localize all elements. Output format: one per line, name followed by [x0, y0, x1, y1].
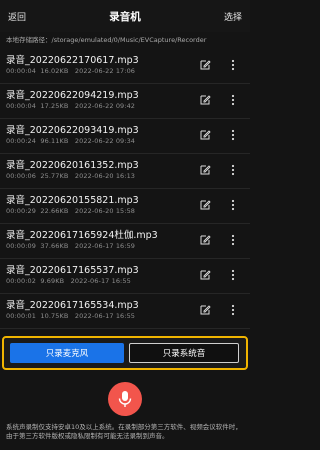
more-icon[interactable]	[227, 269, 239, 281]
recording-name: 录音_20220620155821.mp3	[6, 195, 139, 206]
more-icon[interactable]	[227, 59, 239, 71]
edit-icon[interactable]	[199, 129, 211, 141]
system-audio-note: 系统声录制仅支持安卓10及以上系统。在录制部分第三方软件、视频会议软件时，由于第…	[6, 423, 242, 440]
recording-date: 2022-06-17 16:55	[70, 277, 131, 285]
more-icon[interactable]	[227, 234, 239, 246]
edit-icon[interactable]	[199, 234, 211, 246]
record-mode-selector: 只录麦克风 只录系统音	[2, 336, 248, 370]
more-icon[interactable]	[227, 94, 239, 106]
recording-date: 2022-06-22 17:06	[74, 67, 136, 75]
edit-icon[interactable]	[199, 199, 211, 211]
back-button[interactable]: 返回	[8, 10, 26, 23]
recording-row[interactable]: 录音_20220622094219.mp3 00:00:04 17.25KB 2…	[0, 81, 250, 119]
edit-icon[interactable]	[199, 94, 211, 106]
record-button[interactable]	[108, 382, 142, 416]
edit-icon[interactable]	[199, 269, 211, 281]
recording-size: 96.11KB	[40, 137, 69, 145]
recording-row[interactable]: 录音_20220617165537.mp3 00:00:02 9.69KB 20…	[0, 256, 250, 294]
recording-size: 22.66KB	[40, 207, 69, 215]
recording-date: 2022-06-22 09:42	[74, 102, 136, 110]
recording-name: 录音_20220620161352.mp3	[6, 160, 139, 171]
recording-row[interactable]: 录音_20220617165924杜伽.mp3 00:00:09 37.66KB…	[0, 221, 250, 259]
recording-size: 17.25KB	[40, 102, 69, 110]
recording-meta: 00:00:29 22.66KB 2022-06-20 15:58	[6, 207, 135, 215]
recording-meta: 00:00:02 9.69KB 2022-06-17 16:55	[6, 277, 131, 285]
recording-list: 录音_20220622170617.mp3 00:00:04 16.02KB 2…	[0, 46, 250, 329]
top-bar: 返回 录音机 选择	[0, 0, 250, 32]
recording-name: 录音_20220617165924杜伽.mp3	[6, 230, 158, 241]
recording-row[interactable]: 录音_20220620155821.mp3 00:00:29 22.66KB 2…	[0, 186, 250, 224]
recording-name: 录音_20220617165537.mp3	[6, 265, 139, 276]
recording-meta: 00:00:01 10.75KB 2022-06-17 16:55	[6, 312, 135, 320]
recording-date: 2022-06-20 15:58	[74, 207, 136, 215]
more-icon[interactable]	[227, 304, 239, 316]
recording-date: 2022-06-22 09:34	[74, 137, 136, 145]
select-button[interactable]: 选择	[224, 10, 242, 23]
recording-meta: 00:00:24 96.11KB 2022-06-22 09:34	[6, 137, 135, 145]
edit-icon[interactable]	[199, 304, 211, 316]
recording-date: 2022-06-17 16:59	[74, 242, 136, 250]
recording-name: 录音_20220622094219.mp3	[6, 90, 139, 101]
recording-meta: 00:00:09 37.66KB 2022-06-17 16:59	[6, 242, 135, 250]
more-icon[interactable]	[227, 164, 239, 176]
recording-duration: 00:00:02	[6, 277, 36, 285]
edit-icon[interactable]	[199, 59, 211, 71]
recording-row[interactable]: 录音_20220622093419.mp3 00:00:24 96.11KB 2…	[0, 116, 250, 154]
recording-size: 9.69KB	[40, 277, 65, 285]
recording-duration: 00:00:01	[6, 312, 36, 320]
recording-duration: 00:00:06	[6, 172, 36, 180]
recording-meta: 00:00:06 25.77KB 2022-06-20 16:13	[6, 172, 135, 180]
edit-icon[interactable]	[199, 164, 211, 176]
recording-date: 2022-06-17 16:55	[74, 312, 136, 320]
recording-meta: 00:00:04 17.25KB 2022-06-22 09:42	[6, 102, 135, 110]
recording-row[interactable]: 录音_20220617165534.mp3 00:00:01 10.75KB 2…	[0, 291, 250, 329]
recording-duration: 00:00:04	[6, 67, 36, 75]
recording-name: 录音_20220622093419.mp3	[6, 125, 139, 136]
recording-size: 25.77KB	[40, 172, 69, 180]
recording-duration: 00:00:24	[6, 137, 36, 145]
tab-system-only[interactable]: 只录系统音	[129, 343, 239, 363]
recording-size: 10.75KB	[40, 312, 69, 320]
more-icon[interactable]	[227, 199, 239, 211]
storage-path: 本地存储路径：/storage/emulated/0/Music/EVCaptu…	[6, 36, 207, 44]
recording-row[interactable]: 录音_20220620161352.mp3 00:00:06 25.77KB 2…	[0, 151, 250, 189]
recording-size: 37.66KB	[40, 242, 69, 250]
tab-mic-only[interactable]: 只录麦克风	[10, 343, 124, 363]
recording-duration: 00:00:29	[6, 207, 36, 215]
more-icon[interactable]	[227, 129, 239, 141]
recording-meta: 00:00:04 16.02KB 2022-06-22 17:06	[6, 67, 135, 75]
recording-size: 16.02KB	[40, 67, 69, 75]
recording-name: 录音_20220617165534.mp3	[6, 300, 139, 311]
page-title: 录音机	[109, 10, 141, 23]
recording-date: 2022-06-20 16:13	[74, 172, 136, 180]
recording-row[interactable]: 录音_20220622170617.mp3 00:00:04 16.02KB 2…	[0, 46, 250, 84]
microphone-icon	[118, 391, 132, 407]
recording-duration: 00:00:04	[6, 102, 36, 110]
recording-name: 录音_20220622170617.mp3	[6, 55, 139, 66]
recording-duration: 00:00:09	[6, 242, 36, 250]
